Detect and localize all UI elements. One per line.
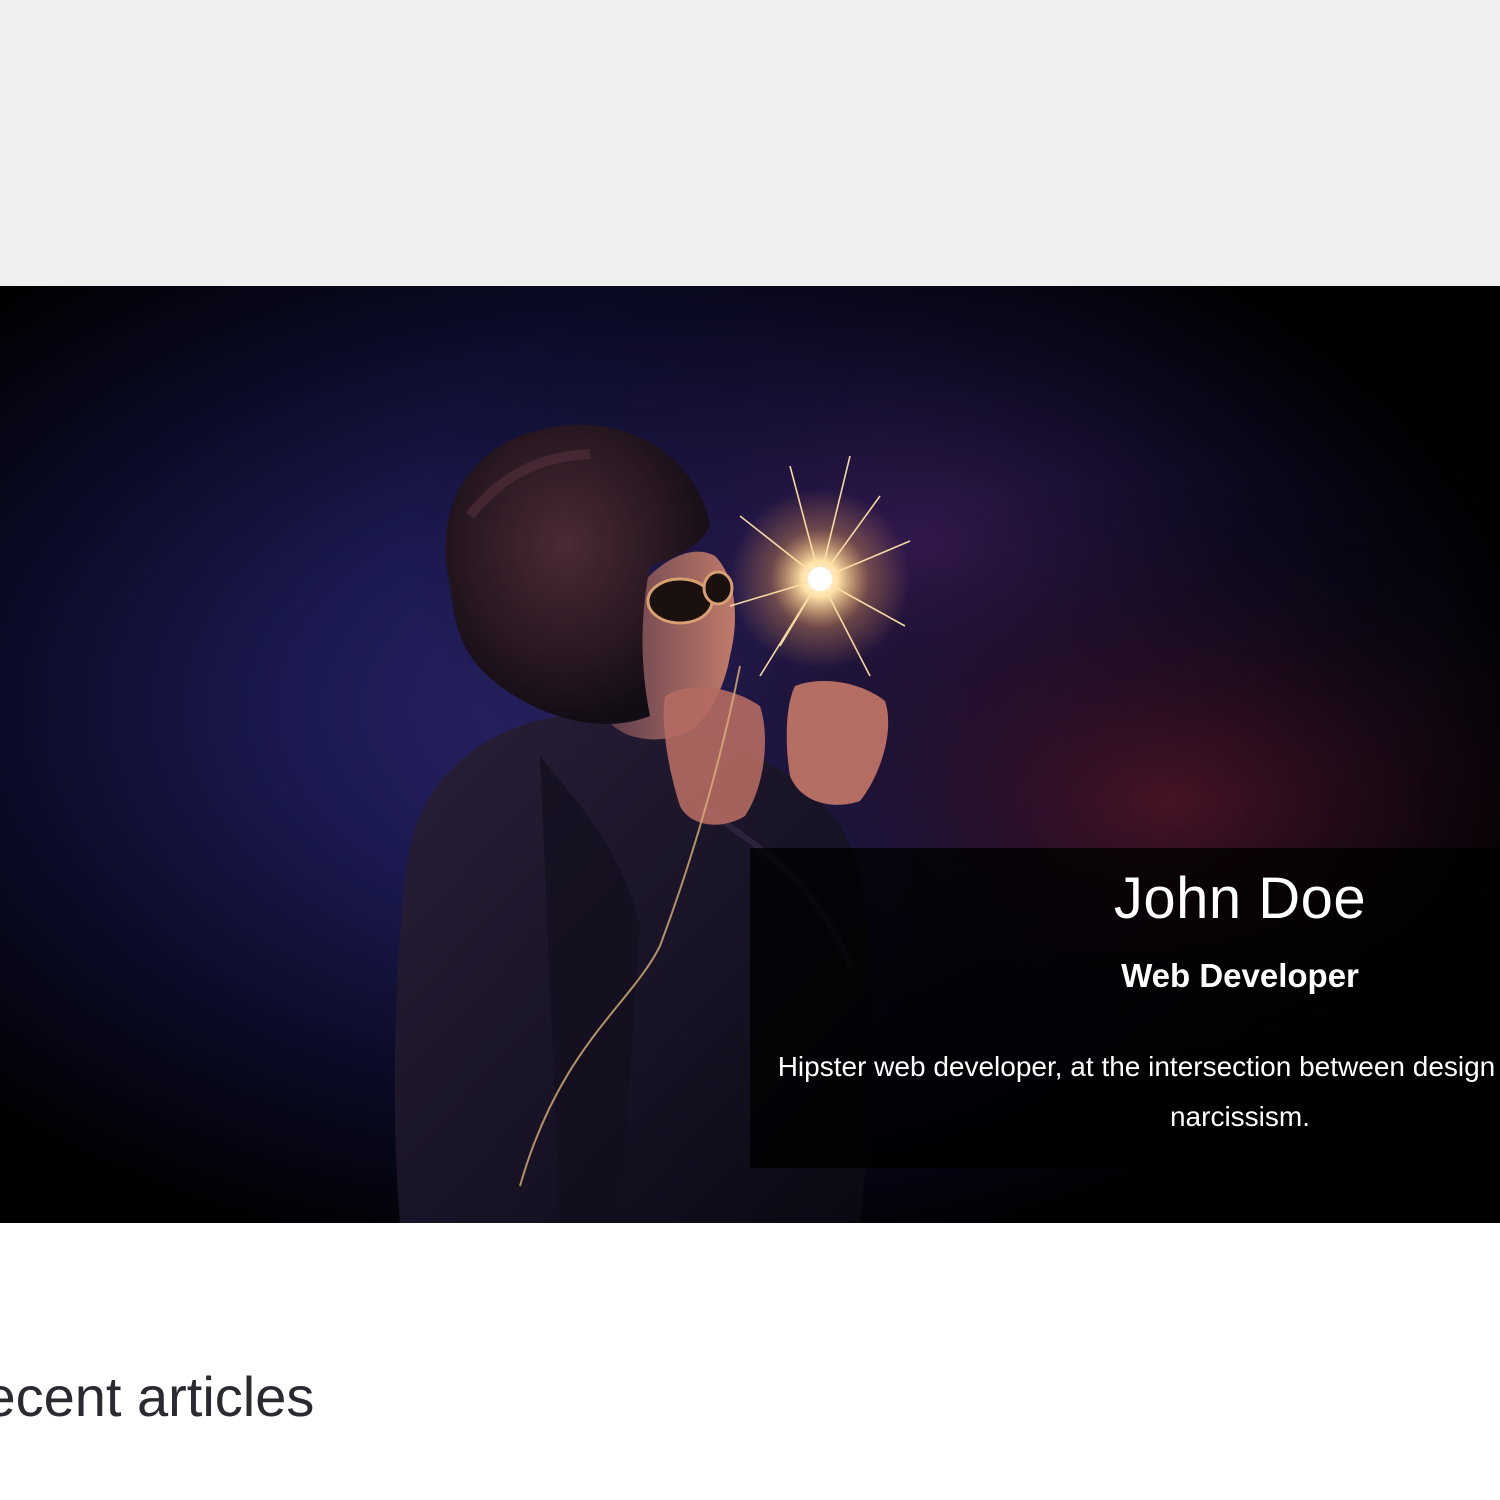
profile-name: John Doe xyxy=(1113,866,1367,931)
header-band xyxy=(0,0,1500,286)
profile-card: John Doe Web Developer Hipster web devel… xyxy=(750,848,1500,1168)
page: John Doe Web Developer Hipster web devel… xyxy=(0,0,1500,1500)
profile-role: Web Developer xyxy=(1121,957,1359,994)
recent-articles-heading: Recent articles xyxy=(0,1365,315,1428)
hero-section: John Doe Web Developer Hipster web devel… xyxy=(0,286,1500,1223)
profile-bio: Hipster web developer, at the intersecti… xyxy=(777,1051,1500,1132)
